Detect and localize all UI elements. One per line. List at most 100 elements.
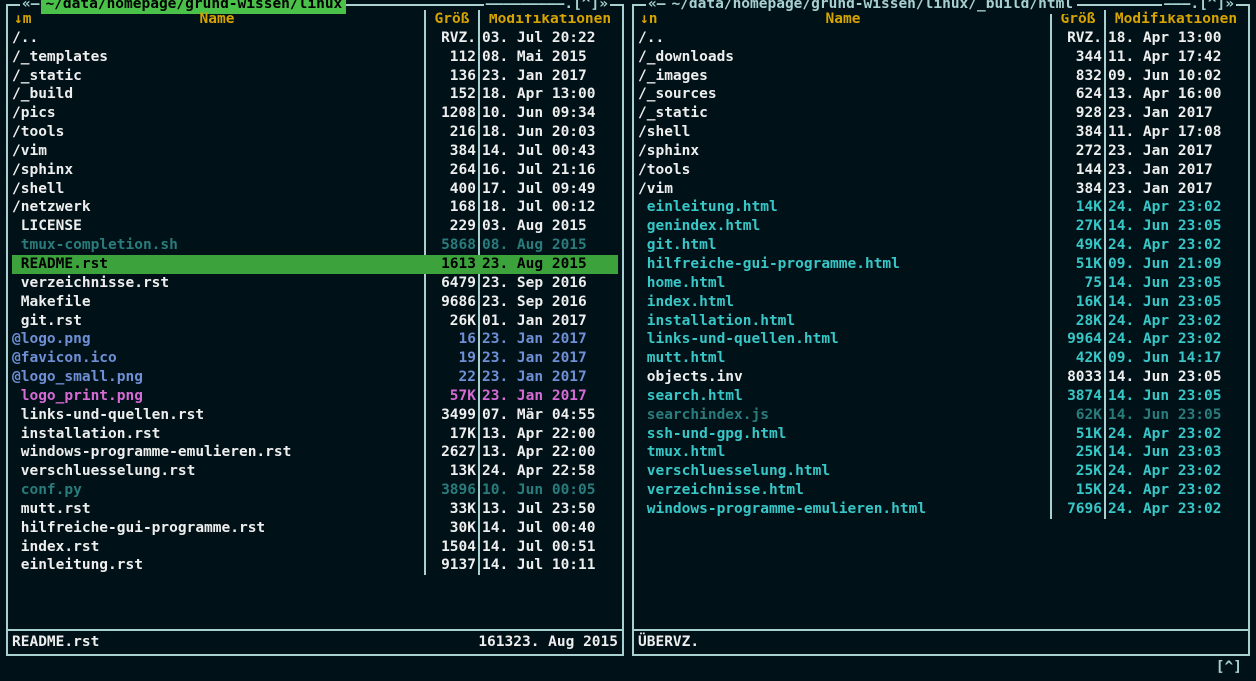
column-separator xyxy=(1104,180,1106,199)
file-modified: 13. Jul 23:50 xyxy=(482,500,618,519)
file-row[interactable]: @logo_small.png2223. Jan 2017 xyxy=(12,368,618,387)
column-separator xyxy=(478,123,480,142)
file-modified: 18. Jul 00:12 xyxy=(482,198,618,217)
header-name[interactable]: ↓n Name xyxy=(638,10,1048,29)
file-row[interactable]: /_downloads34411. Apr 17:42 xyxy=(638,48,1244,67)
file-row[interactable]: /vim38423. Jan 2017 xyxy=(638,180,1244,199)
file-row[interactable]: genindex.html27K14. Jun 23:05 xyxy=(638,217,1244,236)
file-size: 15K xyxy=(1054,481,1102,500)
column-separator xyxy=(478,387,480,406)
file-row[interactable]: /_static13623. Jan 2017 xyxy=(12,67,618,86)
file-row[interactable]: einleitung.rst913714. Jul 10:11 xyxy=(12,556,618,575)
file-row[interactable]: /shell38411. Apr 17:08 xyxy=(638,123,1244,142)
file-row[interactable]: /vim38414. Jul 00:43 xyxy=(12,142,618,161)
column-separator xyxy=(424,500,426,519)
file-row[interactable]: /..RVZ.03. Jul 20:22 xyxy=(12,29,618,48)
file-modified: 24. Apr 23:02 xyxy=(1108,312,1244,331)
file-row[interactable]: windows-programme-emulieren.rst262713. A… xyxy=(12,443,618,462)
file-row[interactable]: /sphinx27223. Jan 2017 xyxy=(638,142,1244,161)
file-row[interactable]: README.rst161323. Aug 2015 xyxy=(12,255,618,274)
file-row[interactable]: mutt.rst33K13. Jul 23:50 xyxy=(12,500,618,519)
column-separator xyxy=(478,85,480,104)
right-panel-footer: ÜBERVZ. xyxy=(634,629,1248,654)
file-row[interactable]: ssh-und-gpg.html51K24. Apr 23:02 xyxy=(638,425,1244,444)
file-name: tmux.html xyxy=(638,443,1048,462)
file-row[interactable]: hilfreiche-gui-programme.rst30K14. Jul 0… xyxy=(12,519,618,538)
header-name[interactable]: ↓m Name xyxy=(12,10,422,29)
file-row[interactable]: objects.inv803314. Jun 23:05 xyxy=(638,368,1244,387)
file-modified: 09. Jun 14:17 xyxy=(1108,349,1244,368)
file-row[interactable]: /sphinx26416. Jul 21:16 xyxy=(12,161,618,180)
file-row[interactable]: hilfreiche-gui-programme.html51K09. Jun … xyxy=(638,255,1244,274)
column-separator xyxy=(478,312,480,331)
left-file-list[interactable]: /..RVZ.03. Jul 20:22/_templates11208. Ma… xyxy=(8,29,622,629)
file-row[interactable]: installation.html28K24. Apr 23:02 xyxy=(638,312,1244,331)
file-row[interactable]: LICENSE22903. Aug 2015 xyxy=(12,217,618,236)
title-post-icon[interactable]: —————————.[^]» xyxy=(484,0,610,14)
file-row[interactable]: installation.rst17K13. Apr 22:00 xyxy=(12,425,618,444)
file-row[interactable]: home.html7514. Jun 23:05 xyxy=(638,274,1244,293)
file-name: hilfreiche-gui-programme.rst xyxy=(12,519,422,538)
file-row[interactable]: /_templates11208. Mai 2015 xyxy=(12,48,618,67)
file-row[interactable]: tmux-completion.sh586808. Aug 2015 xyxy=(12,236,618,255)
column-separator xyxy=(424,556,426,575)
file-row[interactable]: /_build15218. Apr 13:00 xyxy=(12,85,618,104)
right-file-list[interactable]: /..RVZ.18. Apr 13:00/_downloads34411. Ap… xyxy=(634,29,1248,629)
column-separator xyxy=(1104,481,1106,500)
title-post-icon[interactable]: ———.[^]» xyxy=(1162,0,1236,14)
file-row[interactable]: @favicon.ico1923. Jan 2017 xyxy=(12,349,618,368)
file-modified: 14. Jun 23:05 xyxy=(1108,387,1244,406)
file-row[interactable]: verschluesselung.rst13K24. Apr 22:58 xyxy=(12,462,618,481)
file-modified: 24. Apr 23:02 xyxy=(1108,198,1244,217)
file-row[interactable]: Makefile968623. Sep 2016 xyxy=(12,293,618,312)
file-row[interactable]: git.rst26K01. Jan 2017 xyxy=(12,312,618,331)
file-name: mutt.html xyxy=(638,349,1048,368)
file-row[interactable]: logo_print.png57K23. Jan 2017 xyxy=(12,387,618,406)
column-separator xyxy=(478,255,480,274)
file-row[interactable]: /netzwerk16818. Jul 00:12 xyxy=(12,198,618,217)
file-row[interactable]: search.html387414. Jun 23:05 xyxy=(638,387,1244,406)
column-separator xyxy=(424,142,426,161)
file-row[interactable]: /_images83209. Jun 10:02 xyxy=(638,67,1244,86)
file-row[interactable]: git.html49K24. Apr 23:02 xyxy=(638,236,1244,255)
file-modified: 14. Jun 23:05 xyxy=(1108,274,1244,293)
file-row[interactable]: links-und-quellen.rst349907. Mär 04:55 xyxy=(12,406,618,425)
sort-indicator-icon[interactable]: ↓n xyxy=(640,10,657,29)
footer-filename: README.rst xyxy=(12,633,478,652)
column-separator xyxy=(478,48,480,67)
file-size: 144 xyxy=(1054,161,1102,180)
column-separator xyxy=(1050,349,1052,368)
column-separator xyxy=(478,293,480,312)
file-row[interactable]: index.html16K14. Jun 23:05 xyxy=(638,293,1244,312)
file-row[interactable]: verschluesselung.html25K24. Apr 23:02 xyxy=(638,462,1244,481)
file-size: 57K xyxy=(428,387,476,406)
file-name: verzeichnisse.rst xyxy=(12,274,422,293)
column-separator xyxy=(478,236,480,255)
column-separator xyxy=(1104,104,1106,123)
file-row[interactable]: verzeichnisse.html15K24. Apr 23:02 xyxy=(638,481,1244,500)
sort-indicator-icon[interactable]: ↓m xyxy=(14,10,31,29)
column-separator xyxy=(424,425,426,444)
left-panel[interactable]: «— ~/data/homepage/grund-wissen/linux ——… xyxy=(6,4,624,656)
file-modified: 23. Jan 2017 xyxy=(482,387,618,406)
file-row[interactable]: /pics120810. Jun 09:34 xyxy=(12,104,618,123)
file-row[interactable]: /tools14423. Jan 2017 xyxy=(638,161,1244,180)
file-row[interactable]: windows-programme-emulieren.html769624. … xyxy=(638,500,1244,519)
right-panel[interactable]: «— ~/data/homepage/grund-wissen/linux/_b… xyxy=(632,4,1250,656)
file-row[interactable]: index.rst150414. Jul 00:51 xyxy=(12,538,618,557)
file-row[interactable]: /_sources62413. Apr 16:00 xyxy=(638,85,1244,104)
file-row[interactable]: /shell40017. Jul 09:49 xyxy=(12,180,618,199)
file-row[interactable]: /tools21618. Jun 20:03 xyxy=(12,123,618,142)
file-row[interactable]: /_static92823. Jan 2017 xyxy=(638,104,1244,123)
file-row[interactable]: einleitung.html14K24. Apr 23:02 xyxy=(638,198,1244,217)
file-row[interactable]: searchindex.js62K14. Jun 23:05 xyxy=(638,406,1244,425)
file-row[interactable]: mutt.html42K09. Jun 14:17 xyxy=(638,349,1244,368)
file-size: 51K xyxy=(1054,255,1102,274)
file-row[interactable]: @logo.png1623. Jan 2017 xyxy=(12,330,618,349)
file-row[interactable]: /..RVZ.18. Apr 13:00 xyxy=(638,29,1244,48)
file-row[interactable]: conf.py389610. Jun 00:05 xyxy=(12,481,618,500)
file-row[interactable]: verzeichnisse.rst647923. Sep 2016 xyxy=(12,274,618,293)
file-row[interactable]: links-und-quellen.html996424. Apr 23:02 xyxy=(638,330,1244,349)
file-size: 9686 xyxy=(428,293,476,312)
file-row[interactable]: tmux.html25K14. Jun 23:03 xyxy=(638,443,1244,462)
